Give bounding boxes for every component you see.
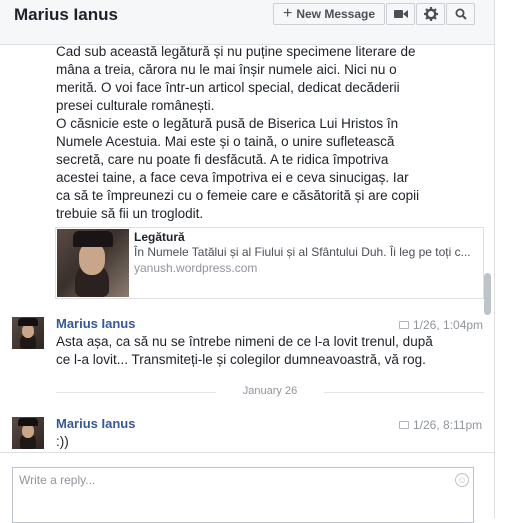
reply-composer: Write a reply... ☺ <box>0 452 494 523</box>
message-icon <box>399 421 409 429</box>
video-call-button[interactable] <box>386 3 415 25</box>
settings-button[interactable] <box>416 3 445 25</box>
conversation-title[interactable]: Marius Ianus <box>14 5 118 25</box>
link-preview-thumbnail <box>57 229 129 297</box>
conversation-header: Marius Ianus + New Message <box>0 0 494 45</box>
avatar[interactable] <box>12 317 44 349</box>
message-timestamp: 1/26, 8:11pm <box>399 418 482 432</box>
avatar[interactable] <box>12 417 44 449</box>
message-paragraph: O căsnicie este o legătură pusă de Biser… <box>56 116 420 221</box>
scrollbar-thumb[interactable] <box>484 273 491 315</box>
timestamp-text: 1/26, 1:04pm <box>413 318 484 332</box>
reply-placeholder: Write a reply... <box>19 473 96 487</box>
reply-input[interactable]: Write a reply... ☺ <box>12 467 474 523</box>
new-message-label: New Message <box>296 7 376 21</box>
message-body: Asta așa, ca să nu se întrebe nimeni de … <box>56 334 433 367</box>
message-text: Cad sub această legătură și nu puține sp… <box>56 45 426 223</box>
search-icon <box>455 8 467 20</box>
link-preview-title[interactable]: Legătură <box>134 230 185 244</box>
gear-icon <box>423 7 438 21</box>
new-message-button[interactable]: + New Message <box>273 3 385 25</box>
message-body: :)) <box>56 434 69 449</box>
emoji-icon[interactable]: ☺ <box>455 473 469 487</box>
video-icon <box>393 10 408 18</box>
search-button[interactable] <box>446 3 475 25</box>
message-paragraph: Cad sub această legătură și nu puține sp… <box>56 45 416 113</box>
link-preview-domain: yanush.wordpress.com <box>134 261 258 275</box>
date-divider-label: January 26 <box>242 385 298 397</box>
message-author[interactable]: Marius Ianus <box>56 416 135 431</box>
plus-icon: + <box>282 5 293 22</box>
message-timestamp: 1/26, 1:04pm <box>399 318 483 332</box>
date-divider: January 26 <box>56 385 484 398</box>
message-icon <box>399 321 409 329</box>
timestamp-text: 1/26, 8:11pm <box>413 418 483 432</box>
window-edge <box>494 0 510 518</box>
message-thread[interactable]: Cad sub această legătură și nu puține sp… <box>0 45 494 451</box>
link-preview-description: În Numele Tatălui și al Fiului și al Sfâ… <box>134 245 471 259</box>
link-preview-card[interactable]: Legătură În Numele Tatălui și al Fiului … <box>55 227 484 299</box>
message-author[interactable]: Marius Ianus <box>56 316 135 331</box>
